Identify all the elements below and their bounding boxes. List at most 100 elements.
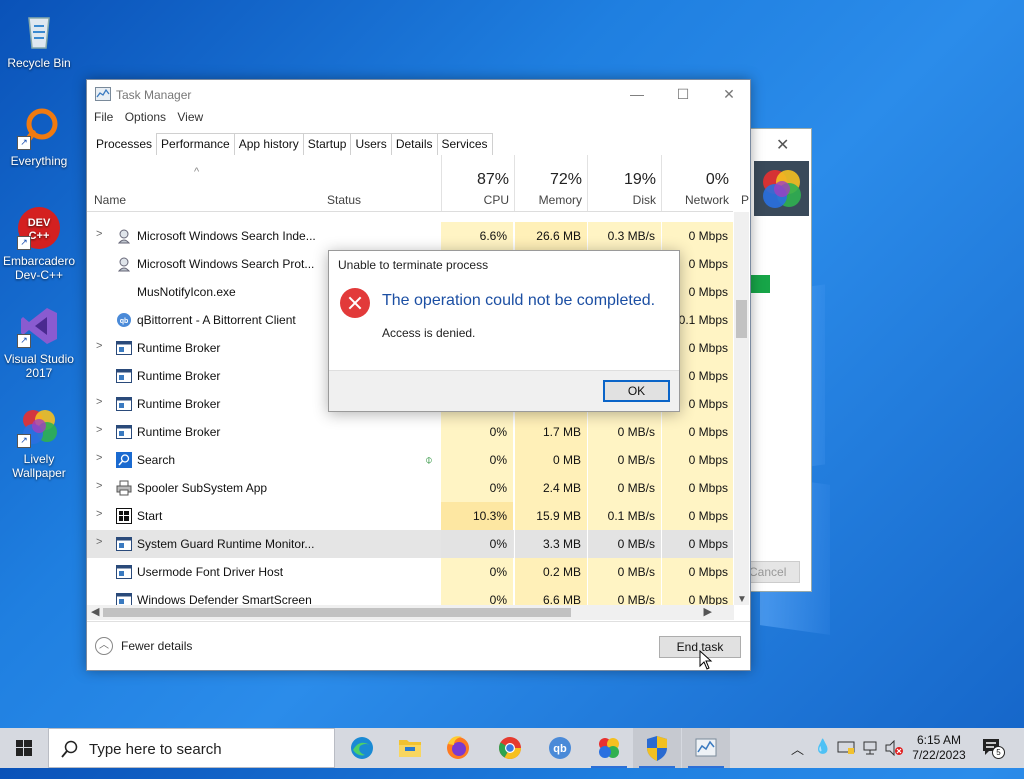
task-manager-icon <box>695 738 717 757</box>
taskbar-security-shield[interactable] <box>633 728 681 768</box>
process-row[interactable]: Usermode Font Driver Host 0% 0.2 MB 0 MB/s 0… <box>87 558 733 586</box>
column-name[interactable]: Name <box>94 193 126 207</box>
expand-chevron-icon[interactable]: > <box>96 480 102 492</box>
taskbar-qbittorrent[interactable]: qb <box>536 728 584 768</box>
visual-studio-icon: ↗ <box>17 304 61 348</box>
column-power[interactable]: P <box>741 193 749 207</box>
scroll-thumb[interactable] <box>736 300 747 338</box>
tab-startup[interactable]: Startup <box>302 133 352 155</box>
tab-details[interactable]: Details <box>390 133 438 155</box>
horizontal-scrollbar[interactable]: ◀ ▶ <box>87 605 734 620</box>
menu-options[interactable]: Options <box>125 110 166 124</box>
cancel-button[interactable]: Cancel <box>746 561 800 583</box>
process-row[interactable]: > Start 10.3% 15.9 MB 0.1 MB/s 0 Mbps <box>87 502 733 530</box>
desktop-icon-devcpp[interactable]: DEV C++ ↗ Embarcadero Dev-C++ <box>2 206 76 282</box>
svg-text:qb: qb <box>120 318 129 325</box>
svg-text:C++: C++ <box>29 230 50 242</box>
column-disk[interactable]: 19% Disk <box>587 155 662 211</box>
desktop-icon-lively[interactable]: ↗ Lively Wallpaper <box>2 404 76 480</box>
vertical-scrollbar[interactable]: ▼ <box>734 212 749 605</box>
taskbar-edge[interactable] <box>338 728 386 768</box>
taskbar-clock[interactable]: 6:15 AM 7/22/2023 <box>905 733 973 763</box>
memory-cell: 26.6 MB <box>514 222 587 250</box>
scroll-right-icon[interactable]: ▶ <box>704 605 712 618</box>
process-row[interactable]: > System Guard Runtime Monitor... 0% 3.3 MB… <box>87 530 733 558</box>
tab-app-history[interactable]: App history <box>233 133 304 155</box>
title-bar[interactable]: Task Manager — ☐ ✕ <box>87 80 750 108</box>
column-network[interactable]: 0% Network <box>661 155 735 211</box>
cpu-cell: 0% <box>441 586 513 607</box>
lively-window[interactable]: ✕ Cancel <box>745 128 812 592</box>
expand-chevron-icon[interactable]: > <box>96 452 102 464</box>
process-name: Runtime Broker <box>137 341 221 355</box>
minimize-button[interactable]: — <box>614 80 660 108</box>
scroll-down-icon[interactable]: ▼ <box>737 594 747 605</box>
taskbar-search-box[interactable]: Type here to search <box>48 728 335 768</box>
scroll-thumb[interactable] <box>103 608 571 617</box>
expand-chevron-icon[interactable]: > <box>96 536 102 548</box>
menu-file[interactable]: File <box>94 110 113 124</box>
process-name: Runtime Broker <box>137 425 221 439</box>
app-window-icon <box>116 536 132 552</box>
wallpaper-thumbnail[interactable] <box>754 161 809 216</box>
scroll-left-icon[interactable]: ◀ <box>91 605 99 618</box>
fewer-details-button[interactable]: ︿ Fewer details <box>95 637 192 655</box>
taskbar-chrome[interactable] <box>486 728 534 768</box>
taskbar-firefox[interactable] <box>434 728 482 768</box>
desktop-icon-visual-studio[interactable]: ↗ Visual Studio 2017 <box>2 304 76 380</box>
network-cell: 0 Mbps <box>661 558 733 586</box>
action-center-button[interactable]: 5 <box>982 738 1005 759</box>
shortcut-arrow-icon: ↗ <box>17 236 31 250</box>
menu-view[interactable]: View <box>177 110 203 124</box>
display-icon[interactable] <box>837 740 855 756</box>
tab-processes[interactable]: Processes <box>91 133 158 155</box>
close-icon[interactable]: ✕ <box>776 135 789 155</box>
network-cell: 0 Mbps <box>661 502 733 530</box>
taskbar-task-manager[interactable] <box>682 728 730 768</box>
fewer-details-label: Fewer details <box>121 639 193 653</box>
process-row[interactable]: Windows Defender SmartScreen 0% 6.6 MB 0 MB… <box>87 586 733 607</box>
process-row[interactable]: > Microsoft Windows Search Inde... 6.6% 26.… <box>87 222 733 250</box>
tab-performance[interactable]: Performance <box>156 133 235 155</box>
taskbar-file-explorer[interactable] <box>386 728 434 768</box>
tab-users[interactable]: Users <box>350 133 392 155</box>
process-row[interactable]: > Search ⌽ 0% 0 MB 0 MB/s 0 Mbps <box>87 446 733 474</box>
shortcut-arrow-icon: ↗ <box>17 136 31 150</box>
volume-muted-icon[interactable] <box>884 740 904 756</box>
taskbar: Type here to search qb ︿ 💧 6:15 AM 7/22/… <box>0 728 1024 768</box>
expand-chevron-icon[interactable]: > <box>96 396 102 408</box>
process-name: Search <box>137 453 176 467</box>
show-hidden-icons-chevron-icon[interactable]: ︿ <box>791 739 804 779</box>
close-button[interactable]: ✕ <box>706 80 752 108</box>
error-dialog[interactable]: Unable to terminate process The operatio… <box>328 250 680 412</box>
desktop-icon-recycle-bin[interactable]: Recycle Bin <box>2 8 76 70</box>
memory-cell: 1.7 MB <box>514 418 587 446</box>
process-name: System Guard Runtime Monitor... <box>137 537 315 551</box>
taskbar-lively[interactable] <box>585 728 633 768</box>
ok-button[interactable]: OK <box>603 380 670 402</box>
expand-chevron-icon[interactable]: > <box>96 508 102 520</box>
svg-text:qb: qb <box>553 743 567 755</box>
column-status[interactable]: Status <box>327 193 361 207</box>
expand-chevron-icon[interactable]: > <box>96 424 102 436</box>
process-row[interactable]: > Spooler SubSystem App 0% 2.4 MB 0 MB/s 0 Mb… <box>87 474 733 502</box>
process-name: MusNotifyIcon.exe <box>137 285 236 299</box>
desktop-icon-everything[interactable]: ↗ Everything <box>2 106 76 168</box>
network-icon[interactable] <box>862 740 880 756</box>
process-name: Microsoft Windows Search Prot... <box>137 257 315 271</box>
droplet-icon[interactable]: 💧 <box>814 738 831 778</box>
desktop-icon-label: Visual Studio 2017 <box>4 352 74 380</box>
process-row[interactable]: > Runtime Broker 0% 1.7 MB 0 MB/s 0 Mbps <box>87 418 733 446</box>
maximize-button[interactable]: ☐ <box>660 80 706 108</box>
disk-cell: 0 MB/s <box>587 474 661 502</box>
network-percent: 0% <box>705 171 729 188</box>
expand-chevron-icon[interactable]: > <box>96 340 102 352</box>
column-memory[interactable]: 72% Memory <box>514 155 588 211</box>
network-cell: 0 Mbps <box>661 446 733 474</box>
error-icon <box>340 288 370 318</box>
start-button[interactable] <box>0 728 48 768</box>
disk-cell: 0 MB/s <box>587 586 661 607</box>
tab-services[interactable]: Services <box>436 133 493 155</box>
expand-chevron-icon[interactable]: > <box>96 228 102 240</box>
column-cpu[interactable]: 87% CPU <box>441 155 515 211</box>
